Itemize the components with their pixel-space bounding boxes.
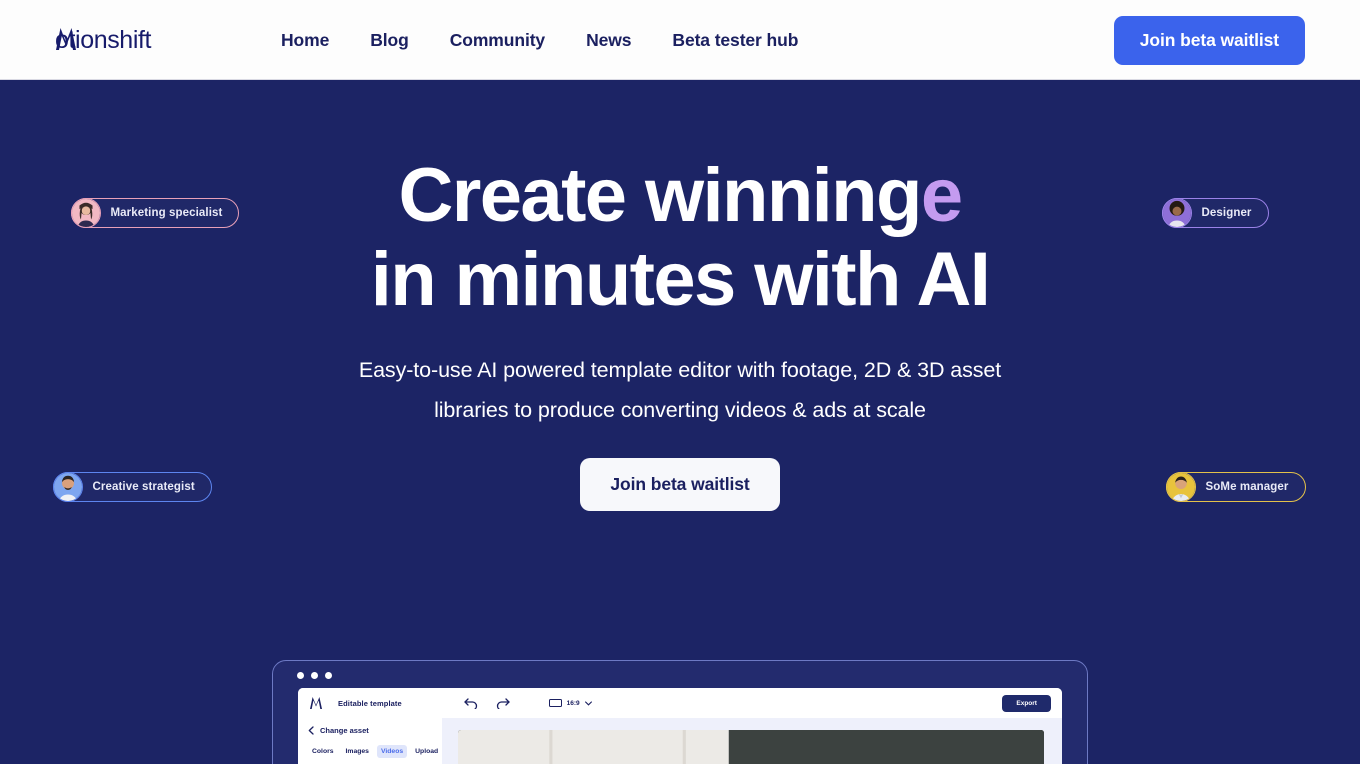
persona-badge-some-manager: SoMe manager — [1165, 472, 1306, 502]
change-asset-label: Change asset — [320, 726, 369, 735]
export-button[interactable]: Export — [1002, 694, 1051, 712]
persona-badge-label: SoMe manager — [1205, 481, 1289, 493]
avatar-image-designer — [1162, 199, 1191, 227]
editor-toolbar: Editable template 16:9 Export — [298, 688, 1062, 718]
avatar — [70, 198, 101, 228]
chevron-left-icon — [308, 726, 314, 735]
avatar-image-some-manager — [1166, 473, 1195, 501]
persona-badge-marketing-specialist: Marketing specialist — [70, 198, 240, 228]
aspect-ratio-frame-icon — [548, 699, 562, 707]
video-stage — [458, 730, 1044, 764]
nav-link-blog[interactable]: Blog — [370, 30, 409, 51]
app-mockup: Editable template 16:9 Export Change ass… — [272, 660, 1088, 764]
nav-link-home[interactable]: Home — [281, 30, 329, 51]
persona-badge-label: Marketing specialist — [110, 207, 223, 219]
tab-images[interactable]: Images — [342, 745, 373, 758]
hero-join-beta-waitlist-button[interactable]: Join beta waitlist — [580, 458, 780, 511]
persona-badge-label: Designer — [1201, 207, 1252, 219]
avatar — [1165, 472, 1196, 502]
tab-upload[interactable]: Upload — [411, 745, 442, 758]
tab-videos[interactable]: Videos — [376, 745, 408, 758]
avatar-image-creative — [53, 473, 82, 501]
aspect-ratio-selector[interactable]: 16:9 — [548, 699, 592, 707]
change-asset-back-row[interactable]: Change asset — [308, 726, 432, 735]
asset-type-tabs: Colors Images Videos Upload — [308, 745, 438, 758]
editor-document-title: Editable template — [338, 698, 402, 708]
headline-line-2: in minutes with AI — [370, 237, 991, 322]
headline-line-1: Create winning — [398, 153, 922, 238]
undo-icon[interactable] — [464, 697, 478, 709]
top-navigation-bar: otionshift Home Blog Community News Beta… — [0, 0, 1360, 80]
avatar — [1161, 198, 1192, 228]
primary-nav-links: Home Blog Community News Beta tester hub — [281, 30, 798, 51]
motionshift-mark-icon — [310, 697, 322, 709]
persona-badge-creative-strategist: Creative strategist — [52, 472, 212, 502]
mockup-window-frame: Editable template 16:9 Export Change ass… — [272, 660, 1088, 764]
motionshift-logo-icon: otionshift — [55, 26, 152, 54]
aspect-ratio-label: 16:9 — [566, 699, 580, 707]
page-title: Create winninge in minutes with AI — [0, 154, 1360, 322]
nav-link-news[interactable]: News — [586, 30, 631, 51]
brand-logo[interactable]: otionshift — [55, 18, 201, 62]
nav-link-beta-tester-hub[interactable]: Beta tester hub — [672, 30, 798, 51]
avatar-image-marketing — [71, 199, 100, 227]
avatar — [52, 472, 83, 502]
redo-icon[interactable] — [496, 697, 510, 709]
tab-colors[interactable]: Colors — [308, 745, 338, 758]
editor-body: Change asset Colors Images Videos Upload — [298, 718, 1062, 764]
asset-sidebar: Change asset Colors Images Videos Upload — [298, 718, 442, 764]
hero-section: Marketing specialist Designer Creative s — [0, 80, 1360, 764]
nav-link-community[interactable]: Community — [450, 30, 545, 51]
hero-subheadline: Easy-to-use AI powered template editor w… — [320, 350, 1040, 430]
window-dot-maximize-icon — [325, 672, 332, 679]
window-dot-minimize-icon — [311, 672, 318, 679]
persona-badge-designer: Designer — [1161, 198, 1269, 228]
history-controls — [464, 697, 510, 709]
chevron-down-icon — [584, 700, 592, 706]
editor-app: Editable template 16:9 Export Change ass… — [298, 688, 1062, 764]
persona-badge-label: Creative strategist — [92, 481, 195, 493]
headline-accent-word: e — [920, 153, 963, 238]
hero-subheadline-line-1: Easy-to-use AI powered template editor w… — [358, 358, 1002, 382]
preview-video-frame — [458, 730, 1044, 764]
window-traffic-lights — [297, 672, 332, 679]
hero-content: Create winninge in minutes with AI Easy-… — [0, 80, 1360, 511]
nav-join-beta-waitlist-button[interactable]: Join beta waitlist — [1113, 15, 1305, 65]
svg-text:otionshift: otionshift — [55, 26, 152, 54]
video-preview-canvas[interactable] — [442, 718, 1062, 764]
hero-subheadline-line-2: libraries to produce converting videos &… — [434, 398, 926, 422]
window-dot-close-icon — [297, 672, 304, 679]
